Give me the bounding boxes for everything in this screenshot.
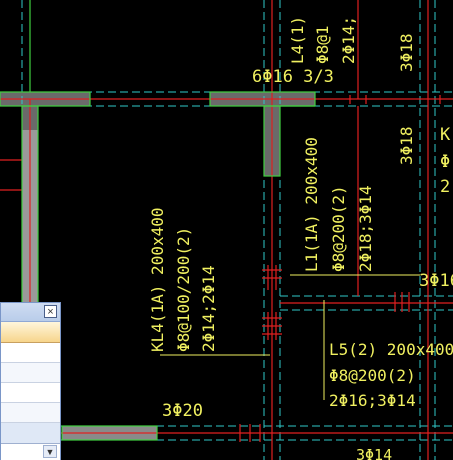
close-icon[interactable]: ×	[44, 305, 57, 318]
annotation-right-3phi16[interactable]: 3Φ16	[419, 271, 453, 291]
floating-palette-window[interactable]: × ▼	[0, 302, 61, 460]
annotation-vert-3phi18-mid[interactable]: 3Φ18	[397, 126, 416, 165]
annotation-vert-3phi18-top[interactable]: 3Φ18	[397, 33, 416, 72]
palette-header-row[interactable]	[1, 322, 60, 343]
annotation-l5-rebar[interactable]: 2Φ16;3Φ14	[329, 391, 416, 410]
annotation-l4-span[interactable]: L4(1)	[288, 16, 307, 64]
chevron-down-icon[interactable]: ▼	[43, 445, 57, 458]
annotation-right-edge-c1[interactable]: Φ	[440, 152, 450, 172]
annotation-l1-stirrup[interactable]: Φ8@200(2)	[329, 185, 348, 272]
annotation-bottom-right-cut[interactable]: 3Φ14	[356, 446, 392, 460]
palette-list-item[interactable]	[1, 363, 60, 383]
annotation-l5-stirrup[interactable]: Φ8@200(2)	[329, 366, 416, 385]
annotation-bottom-3phi20[interactable]: 3Φ20	[162, 401, 203, 421]
cad-canvas[interactable]: 6Φ16 3/3 3Φ20 3Φ16 3Φ14 L5(2) 200x400 Φ8…	[0, 0, 453, 460]
annotation-l1-rebar[interactable]: 2Φ18;3Φ14	[356, 185, 375, 272]
annotation-l4-rebar[interactable]: 2Φ14;	[339, 16, 358, 64]
annotation-right-edge-c2[interactable]: 2	[440, 177, 450, 197]
annotation-l4-stirrup[interactable]: Φ8@1	[313, 25, 332, 64]
palette-list-item[interactable]	[1, 383, 60, 403]
annotation-kl4-span[interactable]: KL4(1A) 200x400	[148, 208, 167, 353]
annotation-kl4-stirrup[interactable]: Φ8@100/200(2)	[174, 227, 193, 352]
annotation-right-edge-k[interactable]: K	[440, 125, 451, 145]
cad-drawing-area[interactable]: 6Φ16 3/3 3Φ20 3Φ16 3Φ14 L5(2) 200x400 Φ8…	[0, 0, 453, 460]
palette-dropdown[interactable]: ▼	[1, 443, 60, 460]
palette-list-item[interactable]	[1, 403, 60, 423]
palette-list-item[interactable]	[1, 343, 60, 363]
annotation-l5-span[interactable]: L5(2) 200x400	[329, 340, 453, 359]
annotation-kl4-rebar[interactable]: 2Φ14;2Φ14	[199, 265, 218, 352]
annotation-l1-span[interactable]: L1(1A) 200x400	[302, 137, 321, 272]
palette-titlebar[interactable]: ×	[1, 303, 60, 322]
annotation-top-rebar[interactable]: 6Φ16 3/3	[252, 67, 334, 87]
